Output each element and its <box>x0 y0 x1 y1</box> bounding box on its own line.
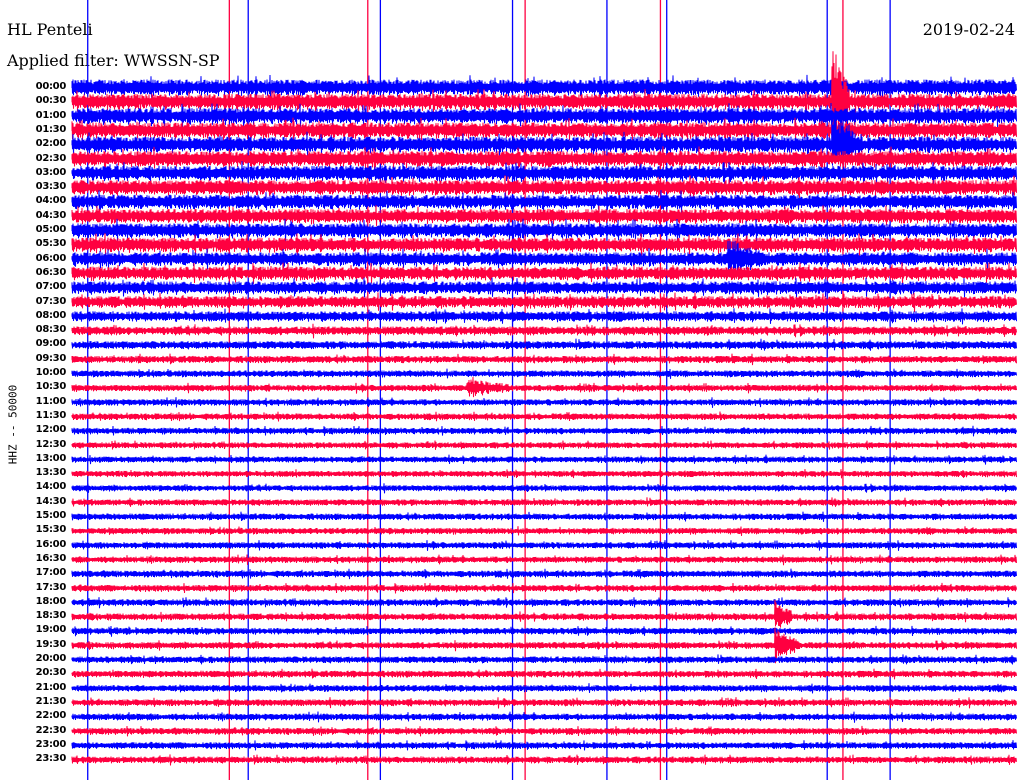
trace-row-1000 <box>71 368 1017 379</box>
trace-row-2000 <box>71 654 1017 665</box>
trace-row-0730 <box>71 292 1017 313</box>
trace-row-2330 <box>71 754 1017 766</box>
trace-row-1330 <box>71 469 1017 479</box>
trace-row-1030 <box>71 376 1017 398</box>
trace-row-2300 <box>71 740 1017 751</box>
trace-row-2030 <box>71 668 1017 680</box>
trace-row-0400 <box>71 190 1017 214</box>
trace-row-1630 <box>71 554 1017 566</box>
trace-row-0530 <box>71 233 1017 258</box>
trace-row-1730 <box>71 582 1017 594</box>
trace-row-1530 <box>71 526 1017 536</box>
trace-row-2100 <box>71 683 1017 694</box>
trace-row-1130 <box>71 411 1017 422</box>
trace-row-1430 <box>71 497 1017 507</box>
trace-row-1100 <box>71 397 1017 408</box>
trace-row-0800 <box>71 308 1017 325</box>
trace-row-1230 <box>71 440 1017 450</box>
trace-row-1700 <box>71 568 1017 580</box>
trace-row-0830 <box>71 323 1017 339</box>
trace-row-0330 <box>71 175 1017 199</box>
trace-row-1400 <box>71 483 1017 494</box>
trace-row-0900 <box>71 338 1017 351</box>
trace-row-1300 <box>71 454 1017 465</box>
trace-row-0430 <box>71 205 1017 228</box>
trace-row-0930 <box>71 353 1017 366</box>
trace-row-2130 <box>71 697 1017 709</box>
trace-row-1800 <box>71 597 1017 609</box>
trace-row-1900 <box>71 625 1017 637</box>
trace-row-0700 <box>71 277 1017 298</box>
helicorder-plot <box>71 0 1017 780</box>
trace-row-2200 <box>71 711 1017 723</box>
trace-row-1200 <box>71 425 1017 437</box>
trace-row-1600 <box>71 540 1017 551</box>
trace-row-1500 <box>71 511 1017 522</box>
trace-row-0630 <box>71 262 1017 285</box>
trace-row-2230 <box>71 725 1017 737</box>
